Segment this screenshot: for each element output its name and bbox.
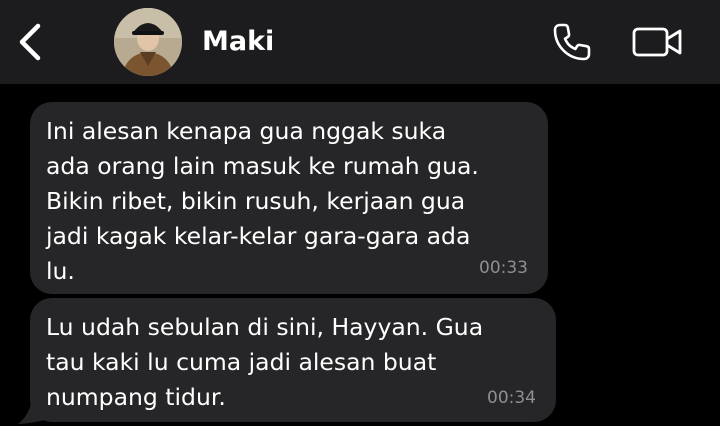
message-text: Lu udah sebulan di sini, Hayyan. Gua tau… [46, 313, 484, 411]
contact-name[interactable]: Maki [202, 24, 274, 60]
incoming-message-bubble[interactable]: Lu udah sebulan di sini, Hayyan. Gua tau… [30, 298, 556, 422]
phone-icon [553, 23, 591, 61]
chevron-left-icon [19, 23, 41, 61]
incoming-message-bubble[interactable]: Ini alesan kenapa gua nggak suka ada ora… [30, 102, 548, 294]
message-timestamp: 00:34 [487, 388, 536, 408]
chat-header: Maki [0, 0, 720, 84]
message-timestamp: 00:33 [479, 258, 528, 278]
avatar-photo [114, 8, 182, 76]
video-camera-icon [632, 27, 682, 57]
message-list[interactable]: Ini alesan kenapa gua nggak suka ada ora… [0, 84, 720, 426]
contact-avatar[interactable] [114, 8, 182, 76]
back-button[interactable] [12, 18, 52, 68]
video-call-button[interactable] [630, 22, 686, 62]
voice-call-button[interactable] [550, 20, 596, 64]
chat-screen: Maki Ini alesan kenapa gua nggak suka ad… [0, 0, 720, 426]
message-text: Ini alesan kenapa gua nggak suka ada ora… [46, 117, 479, 285]
